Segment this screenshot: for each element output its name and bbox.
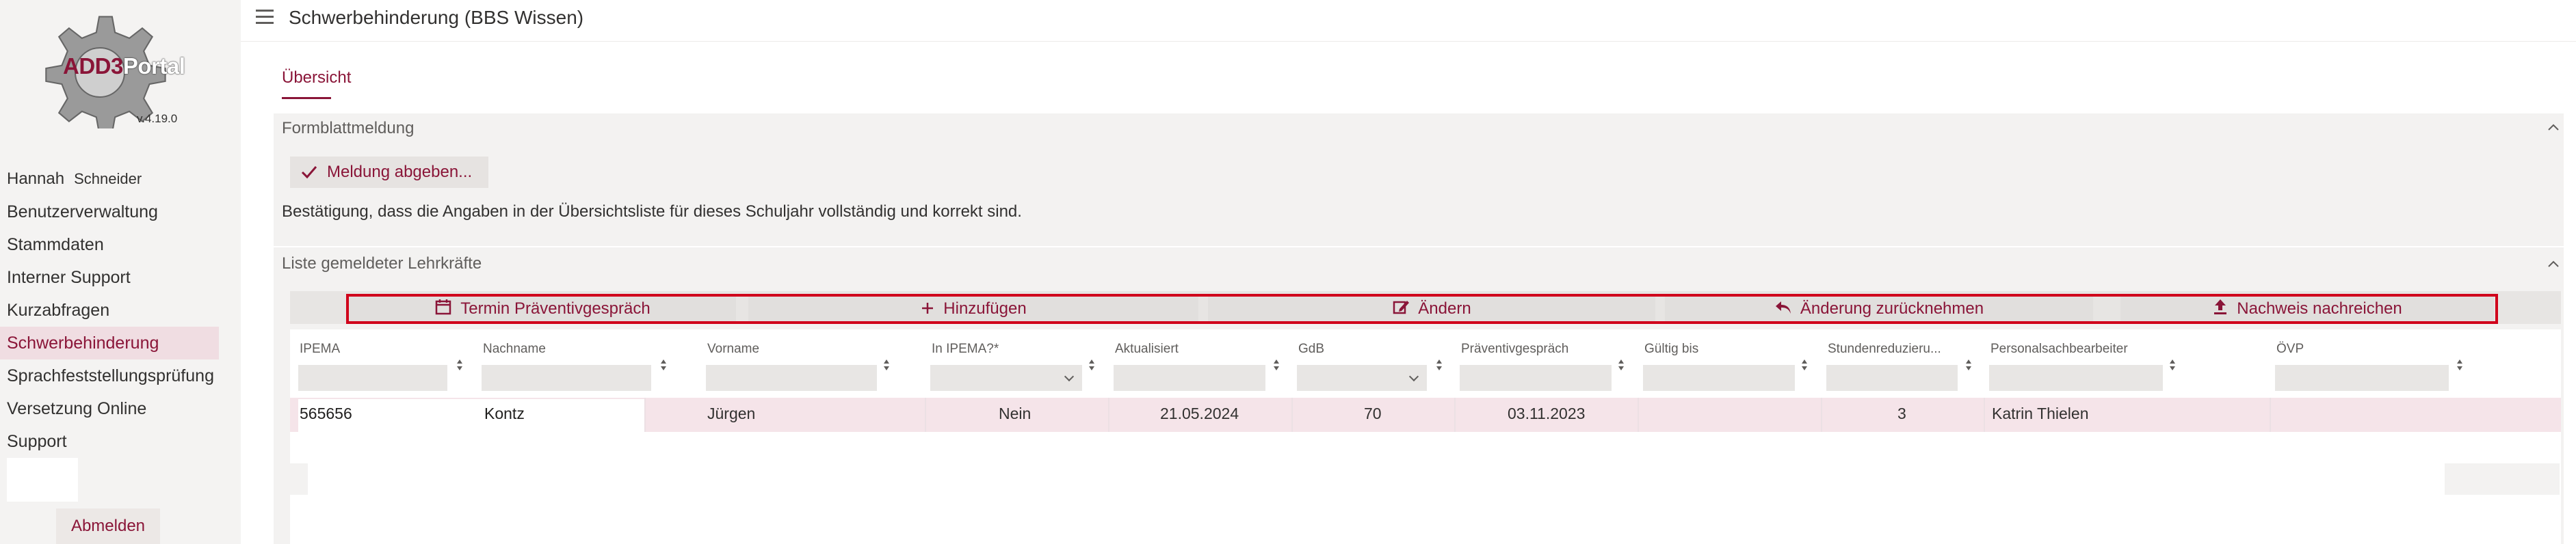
row-separator: [1108, 398, 1109, 432]
row-separator: [1291, 398, 1293, 432]
grid-scroll-area-right[interactable]: [2445, 463, 2560, 495]
column-header-personalsachbearbeiter[interactable]: Personalsachbearbeiter: [1990, 342, 2128, 357]
meldung-abgeben-label: Meldung abgeben...: [327, 163, 473, 181]
sort-icon[interactable]: [1617, 358, 1625, 372]
filter-input-praeventivgespraech[interactable]: [1460, 365, 1612, 391]
cell-vorname[interactable]: Jürgen: [707, 405, 755, 423]
filter-input-gueltig-bis[interactable]: [1643, 365, 1795, 391]
panel-formblattmeldung: Formblattmeldung: [274, 113, 2564, 246]
sidebar-item-stammdaten[interactable]: Stammdaten: [0, 228, 219, 261]
filter-input-vorname[interactable]: [706, 365, 877, 391]
row-separator: [644, 398, 646, 432]
column-header-in-ipema[interactable]: In IPEMA?*: [932, 342, 999, 357]
tab-active-indicator: [282, 97, 331, 99]
cell-in-ipema[interactable]: Nein: [999, 405, 1031, 423]
sort-icon[interactable]: [1435, 358, 1443, 372]
filter-input-nachname[interactable]: [482, 365, 651, 391]
cell-stundenreduzierung[interactable]: 3: [1897, 405, 1906, 423]
version-label: v.4.19.0: [137, 112, 178, 125]
sidebar-item-benutzerverwaltung[interactable]: Benutzerverwaltung: [0, 195, 219, 228]
filter-input-ipema[interactable]: [298, 365, 447, 391]
page-title: Schwerbehinderung (BBS Wissen): [289, 7, 584, 28]
cell-praeventivgespraech[interactable]: 03.11.2023: [1508, 405, 1585, 423]
hamburger-menu-icon[interactable]: [256, 10, 274, 25]
sidebar-blank-box: [7, 458, 78, 502]
column-header-nachname[interactable]: Nachname: [483, 342, 546, 357]
top-header: Schwerbehinderung (BBS Wissen): [241, 0, 2576, 42]
row-separator: [1454, 398, 1456, 432]
chevron-up-icon[interactable]: [2547, 122, 2560, 134]
user-first-name: Hannah: [7, 169, 65, 188]
filter-input-stundenreduzierung[interactable]: [1826, 365, 1958, 391]
sort-icon[interactable]: [882, 358, 891, 372]
column-header-oevp[interactable]: ÖVP: [2276, 342, 2304, 357]
toolbar-highlight-outline: [346, 294, 2498, 324]
column-header-aktualisiert[interactable]: Aktualisiert: [1115, 342, 1179, 357]
sort-icon[interactable]: [1272, 358, 1280, 372]
sort-icon[interactable]: [1964, 358, 1973, 372]
row-separator: [1821, 398, 1822, 432]
panel-title-liste: Liste gemeldeter Lehrkräfte: [282, 254, 482, 273]
data-grid: [290, 329, 2561, 544]
row-separator: [925, 398, 926, 432]
column-header-ipema[interactable]: IPEMA: [300, 342, 340, 357]
sidebar-item-interner-support[interactable]: Interner Support: [0, 261, 219, 294]
cell-ipema[interactable]: 565656: [300, 405, 352, 423]
logout-button[interactable]: Abmelden: [56, 508, 160, 544]
column-header-gdb[interactable]: GdB: [1298, 342, 1324, 357]
sidebar-item-schwerbehinderung[interactable]: Schwerbehinderung: [0, 327, 219, 359]
sort-icon[interactable]: [659, 358, 668, 372]
cell-personalsachbearbeiter[interactable]: Katrin Thielen: [1992, 405, 2089, 423]
checkmark-icon: [301, 166, 317, 179]
sort-icon[interactable]: [2168, 358, 2177, 372]
filter-input-aktualisiert[interactable]: [1114, 365, 1265, 391]
sort-icon[interactable]: [456, 358, 464, 372]
row-separator: [1638, 398, 1639, 432]
column-header-praeventivgespraech[interactable]: Präventivgespräch: [1461, 342, 1568, 357]
row-separator: [2270, 398, 2271, 432]
cell-nachname[interactable]: Kontz: [484, 405, 525, 423]
column-header-gueltig-bis[interactable]: Gültig bis: [1644, 342, 1698, 357]
app-logo[interactable]: ADD3Portal v.4.19.0: [12, 5, 204, 134]
filter-input-personalsachbearbeiter[interactable]: [1989, 365, 2163, 391]
chevron-up-icon[interactable]: [2547, 258, 2560, 271]
sidebar-item-support[interactable]: Support: [0, 425, 219, 458]
meldung-abgeben-button[interactable]: Meldung abgeben...: [290, 157, 488, 188]
logo-text: ADD3Portal: [63, 53, 185, 79]
sidebar-item-kurzabfragen[interactable]: Kurzabfragen: [0, 294, 219, 327]
user-name: Hannah Schneider: [0, 163, 219, 195]
sort-icon[interactable]: [1800, 358, 1809, 372]
user-last-name: Schneider: [74, 170, 142, 187]
sidebar-item-versetzung-online[interactable]: Versetzung Online: [0, 392, 219, 425]
tab-uebersicht[interactable]: Übersicht: [282, 68, 351, 87]
grid-scroll-area-left: [290, 463, 308, 495]
row-separator: [1984, 398, 1985, 432]
cell-aktualisiert[interactable]: 21.05.2024: [1160, 405, 1239, 423]
filter-input-oevp[interactable]: [2275, 365, 2449, 391]
column-header-stundenreduzierung[interactable]: Stundenreduzieru...: [1828, 342, 1941, 357]
sort-icon[interactable]: [1088, 358, 1096, 372]
confirmation-text: Bestätigung, dass die Angaben in der Übe…: [282, 202, 1022, 221]
column-header-vorname[interactable]: Vorname: [707, 342, 759, 357]
filter-select-gdb[interactable]: [1297, 365, 1427, 391]
sidebar-nav: Hannah Schneider Benutzerverwaltung Stamm…: [0, 163, 219, 458]
sidebar-item-sprachfeststellungspruefung[interactable]: Sprachfeststellungsprüfung: [0, 359, 219, 392]
sort-icon[interactable]: [2456, 358, 2464, 372]
cell-gdb[interactable]: 70: [1364, 405, 1382, 423]
panel-title-formblatt: Formblattmeldung: [282, 119, 415, 137]
sidebar: ADD3Portal v.4.19.0 Hannah Schneider Benu…: [0, 0, 241, 544]
filter-select-in-ipema[interactable]: [930, 365, 1082, 391]
